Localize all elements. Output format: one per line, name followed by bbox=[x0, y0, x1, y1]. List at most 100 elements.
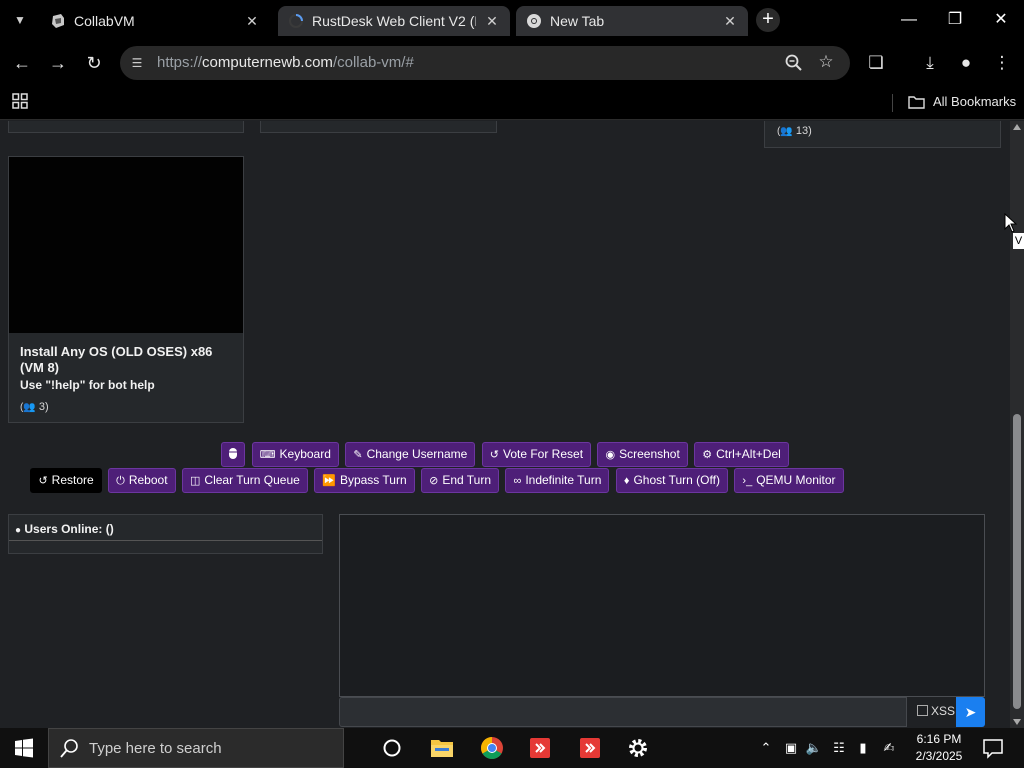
chat-input-row: XSS ➤ bbox=[339, 697, 985, 727]
file-explorer-icon[interactable] bbox=[418, 728, 466, 768]
vm-title: Install Any OS (OLD OSES) x86 (VM 8) bbox=[20, 344, 213, 375]
windows-taskbar: Type here to search ⌃ ▣ 🔈 ☷ ▮ ✍ 6:16 PM … bbox=[0, 728, 1024, 768]
users-online-header: ● Users Online: () bbox=[9, 515, 322, 541]
camera-icon: ◉ bbox=[605, 449, 616, 461]
minimize-button[interactable]: — bbox=[886, 0, 932, 40]
vm-controls-row-2: ↺ Restore ⏻ Reboot ◫ Clear Turn Queue ⏩ Bypa… bbox=[0, 468, 942, 493]
zoom-icon[interactable] bbox=[784, 53, 804, 73]
collabvm-favicon-icon bbox=[52, 14, 64, 28]
loading-spinner-icon bbox=[289, 14, 303, 28]
tab-strip: ▼ CollabVM ✕ RustDesk Web Client V2 (Pre… bbox=[0, 0, 1024, 40]
clock-time: 6:16 PM bbox=[916, 732, 962, 746]
end-turn-button[interactable]: ⊘ End Turn bbox=[421, 468, 500, 493]
tab-collabvm[interactable]: CollabVM ✕ bbox=[40, 6, 270, 36]
vm-users-count: (👥 13) bbox=[777, 125, 812, 137]
bookmark-star-icon[interactable]: ☆ bbox=[816, 52, 836, 72]
chat-input[interactable] bbox=[339, 697, 907, 727]
network-icon[interactable]: ☷ bbox=[828, 728, 850, 768]
close-window-button[interactable]: ✕ bbox=[978, 0, 1024, 40]
tab-search-chevron-icon[interactable]: ▼ bbox=[8, 8, 32, 32]
paper-plane-icon: ➤ bbox=[964, 704, 977, 720]
vote-for-reset-button[interactable]: ↺ Vote For Reset bbox=[481, 442, 592, 467]
send-button[interactable]: ➤ bbox=[956, 697, 985, 727]
tab-new-tab[interactable]: New Tab ✕ bbox=[516, 6, 748, 36]
anydesk-icon[interactable] bbox=[516, 728, 564, 768]
clear-turn-queue-button[interactable]: ◫ Clear Turn Queue bbox=[182, 468, 308, 493]
screenshot-button[interactable]: ◉ Screenshot bbox=[597, 442, 688, 467]
taskbar-clock[interactable]: 6:16 PM 2/3/2025 bbox=[904, 731, 974, 765]
eraser-icon: ◫ bbox=[190, 475, 201, 487]
volume-icon[interactable]: 🔈 bbox=[803, 728, 825, 768]
bookmarks-divider bbox=[892, 94, 893, 112]
back-button[interactable]: ← bbox=[8, 49, 36, 77]
indefinite-turn-button[interactable]: ∞ Indefinite Turn bbox=[505, 468, 610, 493]
tray-overflow-chevron-icon[interactable]: ⌃ bbox=[756, 728, 776, 768]
notifications-icon[interactable] bbox=[978, 728, 1008, 768]
url-text[interactable]: https://computernewb.com/collab-vm/# bbox=[157, 54, 414, 71]
tab-close-icon[interactable]: ✕ bbox=[722, 6, 738, 36]
qemu-monitor-button[interactable]: ›_ QEMU Monitor bbox=[734, 468, 844, 493]
cortana-icon[interactable] bbox=[368, 728, 416, 768]
ctrl-alt-del-button[interactable]: ⚙ Ctrl+Alt+Del bbox=[694, 442, 789, 467]
vm-card[interactable]: Install Any OS (OLD OSES) x86 (VM 8) Use… bbox=[8, 156, 244, 423]
change-username-button[interactable]: ✎ Change Username bbox=[345, 442, 476, 467]
site-info-icon[interactable]: ☰ bbox=[128, 54, 146, 72]
tab-rustdesk[interactable]: RustDesk Web Client V2 (Previe ✕ bbox=[278, 6, 510, 36]
reload-button[interactable]: ↻ bbox=[80, 49, 108, 77]
tray-app-icon[interactable]: ▣ bbox=[780, 728, 802, 768]
xss-checkbox[interactable] bbox=[917, 705, 928, 716]
vm-controls-row-1: ⌨ Keyboard ✎ Change Username ↺ Vote For Res… bbox=[0, 442, 1010, 467]
chat-log[interactable] bbox=[339, 514, 985, 697]
clock-date: 2/3/2025 bbox=[915, 749, 963, 763]
reboot-button[interactable]: ⏻ Reboot bbox=[108, 468, 176, 493]
xss-label: XSS bbox=[931, 704, 956, 718]
chrome-icon[interactable] bbox=[468, 728, 516, 768]
anydesk-icon[interactable] bbox=[566, 728, 614, 768]
vm-card-partial[interactable] bbox=[260, 121, 497, 133]
search-placeholder: Type here to search bbox=[89, 740, 222, 757]
battery-icon[interactable]: ▮ bbox=[852, 728, 874, 768]
restore-window-button[interactable]: ❐ bbox=[932, 0, 978, 40]
chrome-favicon-icon bbox=[527, 14, 541, 28]
pen-icon[interactable]: ✍ bbox=[878, 728, 900, 768]
power-icon: ⏻ bbox=[116, 475, 125, 487]
address-bar[interactable]: ☰ https://computernewb.com/collab-vm/# ☆ bbox=[120, 46, 850, 80]
users-online-panel: ● Users Online: () bbox=[8, 514, 323, 554]
restore-button[interactable]: ↺ Restore bbox=[30, 468, 102, 493]
settings-gear-icon[interactable] bbox=[614, 728, 662, 768]
vm-card-partial[interactable]: (👥 13) bbox=[764, 121, 1001, 148]
user-icon: ● bbox=[15, 525, 22, 536]
apps-grid-icon[interactable] bbox=[12, 93, 28, 109]
scrollbar-thumb[interactable] bbox=[1013, 414, 1021, 709]
vm-thumbnail[interactable] bbox=[9, 157, 243, 333]
vm-users-count: (👥 3) bbox=[20, 401, 49, 413]
terminal-icon: ›_ bbox=[742, 475, 753, 487]
ghost-turn-button[interactable]: ♦ Ghost Turn (Off) bbox=[615, 468, 728, 493]
tab-title: New Tab bbox=[550, 13, 605, 29]
taskbar-search[interactable]: Type here to search bbox=[48, 728, 344, 768]
keyboard-button[interactable]: ⌨ Keyboard bbox=[251, 442, 339, 467]
bypass-turn-button[interactable]: ⏩ Bypass Turn bbox=[314, 468, 415, 493]
windows-start-icon[interactable] bbox=[0, 728, 48, 768]
download-icon[interactable]: ⤓ bbox=[916, 49, 944, 77]
user-edit-icon: ✎ bbox=[353, 449, 363, 461]
keyboard-icon: ⌨ bbox=[259, 449, 276, 461]
menu-kebab-icon[interactable]: ⋮ bbox=[988, 49, 1016, 77]
all-bookmarks-label: All Bookmarks bbox=[933, 94, 1017, 109]
vm-card-partial[interactable] bbox=[8, 121, 244, 133]
scroll-down-arrow-icon[interactable] bbox=[1013, 719, 1021, 725]
mouse-button[interactable] bbox=[221, 442, 246, 467]
profile-icon[interactable]: ● bbox=[952, 49, 980, 77]
tab-close-icon[interactable]: ✕ bbox=[244, 6, 260, 36]
users-icon: (👥 bbox=[20, 402, 36, 413]
tab-close-icon[interactable]: ✕ bbox=[484, 6, 500, 36]
scroll-up-arrow-icon[interactable] bbox=[1013, 124, 1021, 130]
tab-title: CollabVM bbox=[74, 13, 135, 29]
all-bookmarks-button[interactable]: All Bookmarks bbox=[908, 92, 1016, 112]
xss-toggle[interactable]: XSS bbox=[917, 704, 955, 718]
infinity-icon: ∞ bbox=[513, 475, 522, 487]
extensions-icon[interactable]: ❏ bbox=[862, 49, 890, 77]
forward-button[interactable]: → bbox=[44, 49, 72, 77]
mouse-icon bbox=[229, 448, 238, 459]
new-tab-button[interactable]: + bbox=[756, 8, 780, 32]
